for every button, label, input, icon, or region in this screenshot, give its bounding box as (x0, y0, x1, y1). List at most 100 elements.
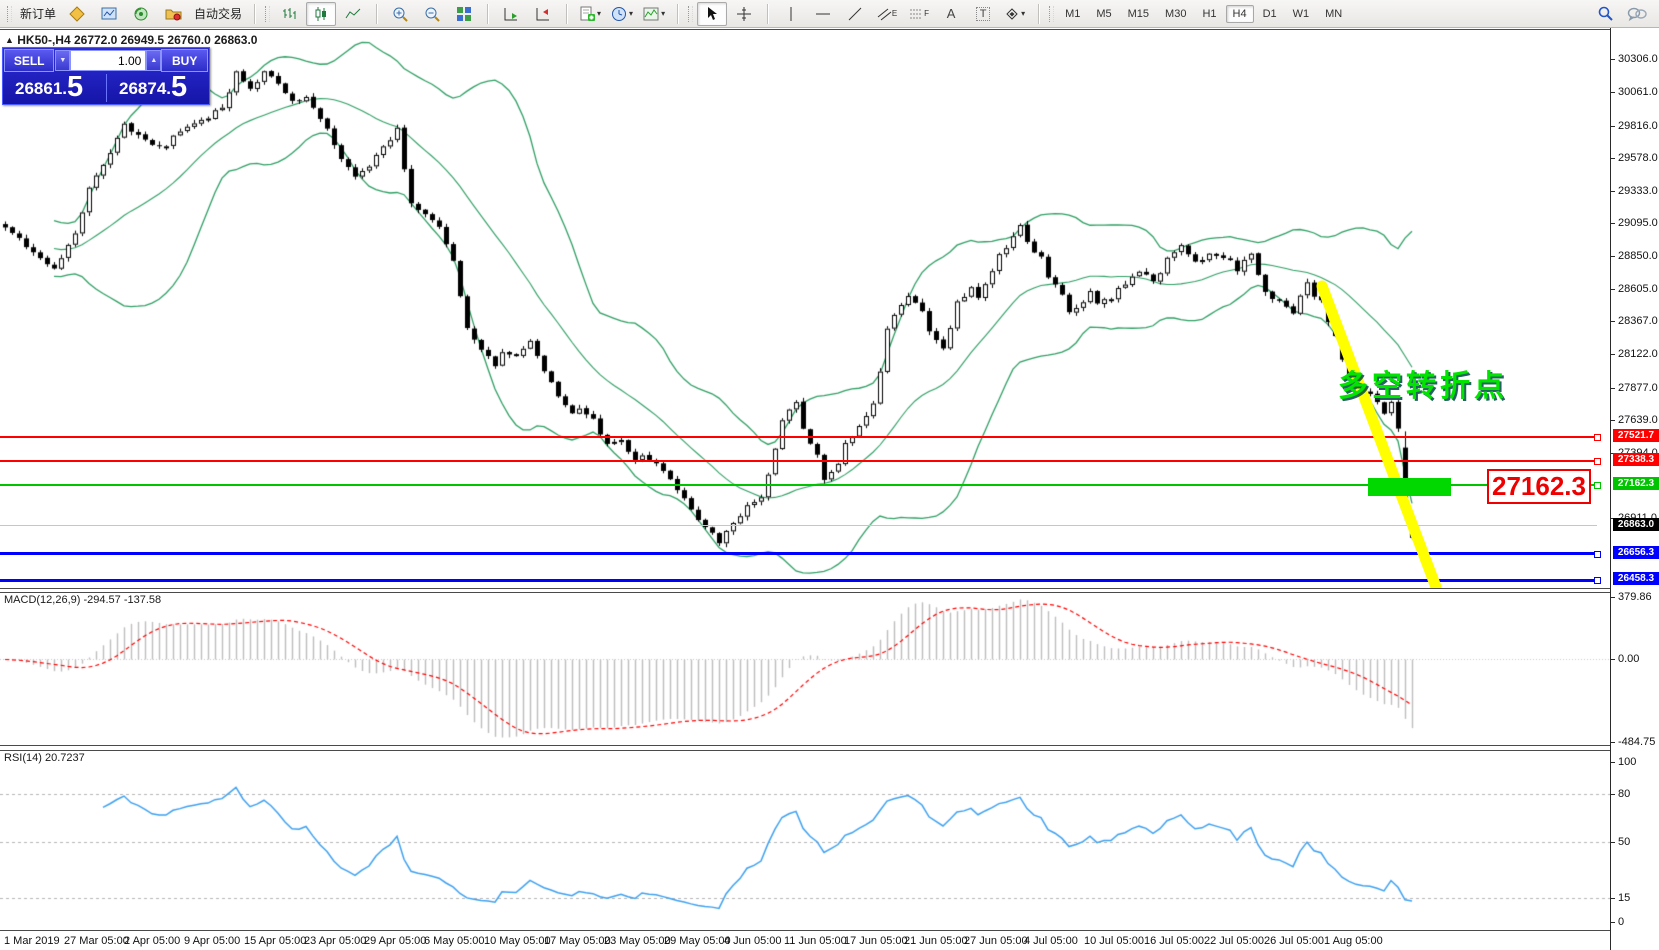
text-label-button[interactable]: T (968, 2, 998, 26)
timeframe-button-mn[interactable]: MN (1318, 5, 1349, 23)
axis-tick (1611, 842, 1615, 843)
search-icon[interactable] (1590, 2, 1620, 26)
line-chart-button[interactable] (338, 2, 368, 26)
trendline-button[interactable] (840, 2, 870, 26)
one-click-trade-panel: SELL ▼ ▲ BUY 26861 . 5 26874 . 5 (2, 47, 210, 105)
auto-scroll-button[interactable] (496, 2, 526, 26)
price-axis[interactable]: 30306.030061.029816.029578.029333.029095… (1610, 28, 1659, 950)
price-axis-label: 28850.0 (1618, 250, 1658, 262)
toolbar-drag-handle[interactable] (265, 6, 270, 22)
new-chart-button[interactable]: ▾ (575, 2, 605, 26)
axis-tick (1611, 597, 1615, 598)
collapse-triangle-icon[interactable]: ▲ (5, 35, 14, 45)
crosshair-button[interactable] (729, 2, 759, 26)
lot-increase-button[interactable]: ▲ (146, 50, 161, 71)
buy-price-display[interactable]: 26874 . 5 (119, 72, 187, 102)
yellow-trendline[interactable] (1322, 286, 1436, 587)
timeframe-button-m15[interactable]: M15 (1121, 5, 1156, 23)
timeframe-button-m30[interactable]: M30 (1158, 5, 1193, 23)
date-label: 10 May 05:00 (484, 935, 551, 947)
price-axis-label: 28605.0 (1618, 283, 1658, 295)
axis-tick (1611, 898, 1615, 899)
new-order-button[interactable]: 新订单 (16, 2, 60, 26)
candlestick-chart-button[interactable] (306, 2, 336, 26)
pane-splitter[interactable] (0, 930, 1610, 932)
market-watch-icon[interactable] (94, 2, 124, 26)
toolbar-separator (487, 4, 488, 24)
horizontal-line-button[interactable] (808, 2, 838, 26)
rsi-scale-label: 50 (1618, 836, 1630, 848)
buy-button[interactable]: BUY (161, 49, 208, 72)
timeframe-button-d1[interactable]: D1 (1256, 5, 1284, 23)
rsi-scale-label: 0 (1618, 916, 1624, 928)
tile-windows-button[interactable] (449, 2, 479, 26)
sell-button[interactable]: SELL (4, 49, 54, 72)
date-label: 11 Jun 05:00 (784, 935, 847, 947)
date-label: 27 Jun 05:00 (964, 935, 1028, 947)
timeframe-button-h4[interactable]: H4 (1226, 5, 1254, 23)
axis-tick (1611, 922, 1615, 923)
equidistant-channel-button[interactable]: E (872, 2, 902, 26)
quotes-icon[interactable] (62, 2, 92, 26)
rsi-canvas[interactable] (0, 750, 1610, 930)
toolbar-separator (376, 4, 377, 24)
sell-price-display[interactable]: 26861 . 5 (15, 72, 83, 102)
price-badge-26863.0: 26863.0 (1613, 518, 1659, 531)
macd-scale-label: 0.00 (1618, 653, 1639, 665)
price-pane[interactable]: 多空转折点 27162.3 ▲ HK50-,H4 26772.0 26949.5… (0, 29, 1610, 589)
bar-chart-button[interactable] (274, 2, 304, 26)
timeframe-button-w1[interactable]: W1 (1286, 5, 1317, 23)
arrows-button[interactable]: ▾ (1000, 2, 1030, 26)
toolbar-drag-handle[interactable] (7, 6, 12, 22)
lot-size-input[interactable] (70, 50, 146, 71)
toolbar-drag-handle[interactable] (1049, 6, 1054, 22)
experts-folder-icon[interactable] (158, 2, 188, 26)
date-label: 17 May 05:00 (544, 935, 611, 947)
vertical-line-button[interactable] (776, 2, 806, 26)
toolbar-group-new: ▾ ▾ ▾ (570, 0, 674, 27)
trade-panel-divider (106, 74, 107, 102)
autotrading-button[interactable]: 自动交易 (190, 2, 246, 26)
macd-canvas[interactable] (0, 592, 1610, 745)
date-label: 23 Apr 05:00 (304, 935, 366, 947)
chevron-down-icon: ▾ (1021, 9, 1025, 18)
axis-tick (1611, 321, 1615, 322)
price-axis-label: 29095.0 (1618, 217, 1658, 229)
date-label: 4 Jun 05:00 (724, 935, 782, 947)
zoom-in-button[interactable] (385, 2, 415, 26)
fibonacci-button[interactable]: F (904, 2, 934, 26)
date-label: 2 Apr 05:00 (124, 935, 180, 947)
price-callout-box[interactable]: 27162.3 (1487, 469, 1591, 504)
text-tool-button[interactable]: A (936, 2, 966, 26)
chat-icon[interactable] (1622, 2, 1652, 26)
date-label: 16 Jul 05:00 (1144, 935, 1204, 947)
timeframe-button-h1[interactable]: H1 (1195, 5, 1223, 23)
zoom-out-button[interactable] (417, 2, 447, 26)
rsi-label: RSI(14) 20.7237 (4, 752, 85, 764)
timeframe-button-m5[interactable]: M5 (1089, 5, 1118, 23)
date-label: 9 Apr 05:00 (184, 935, 240, 947)
toolbar-separator (677, 4, 678, 24)
buy-price-frac: 5 (171, 73, 187, 102)
timeframe-button-m1[interactable]: M1 (1058, 5, 1087, 23)
lot-decrease-button[interactable]: ▼ (55, 50, 70, 71)
support-zone-rect[interactable] (1368, 478, 1451, 496)
indicators-button[interactable]: ▾ (639, 2, 669, 26)
toolbar-right-icons (1589, 0, 1653, 27)
axis-tick (1611, 794, 1615, 795)
rsi-pane[interactable]: RSI(14) 20.7237 (0, 750, 1610, 930)
cursor-button[interactable] (697, 2, 727, 26)
sell-price-main: 26861 (15, 76, 62, 102)
timeframe-toolbar: M1M5M15M30H1H4D1W1MN (1042, 0, 1354, 27)
macd-pane[interactable]: MACD(12,26,9) -294.57 -137.58 (0, 592, 1610, 745)
date-label: 1 Aug 05:00 (1324, 935, 1383, 947)
turning-point-annotation[interactable]: 多空转折点 (1338, 361, 1508, 405)
rsi-value: 20.7237 (45, 752, 85, 764)
time-axis[interactable]: 1 Mar 201927 Mar 05:002 Apr 05:009 Apr 0… (0, 933, 1610, 950)
axis-tick (1611, 191, 1615, 192)
ohlc-values: 26772.0 26949.5 26760.0 26863.0 (74, 33, 258, 47)
toolbar-drag-handle[interactable] (688, 6, 693, 22)
signals-icon[interactable] (126, 2, 156, 26)
profiles-button[interactable]: ▾ (607, 2, 637, 26)
chart-shift-button[interactable] (528, 2, 558, 26)
